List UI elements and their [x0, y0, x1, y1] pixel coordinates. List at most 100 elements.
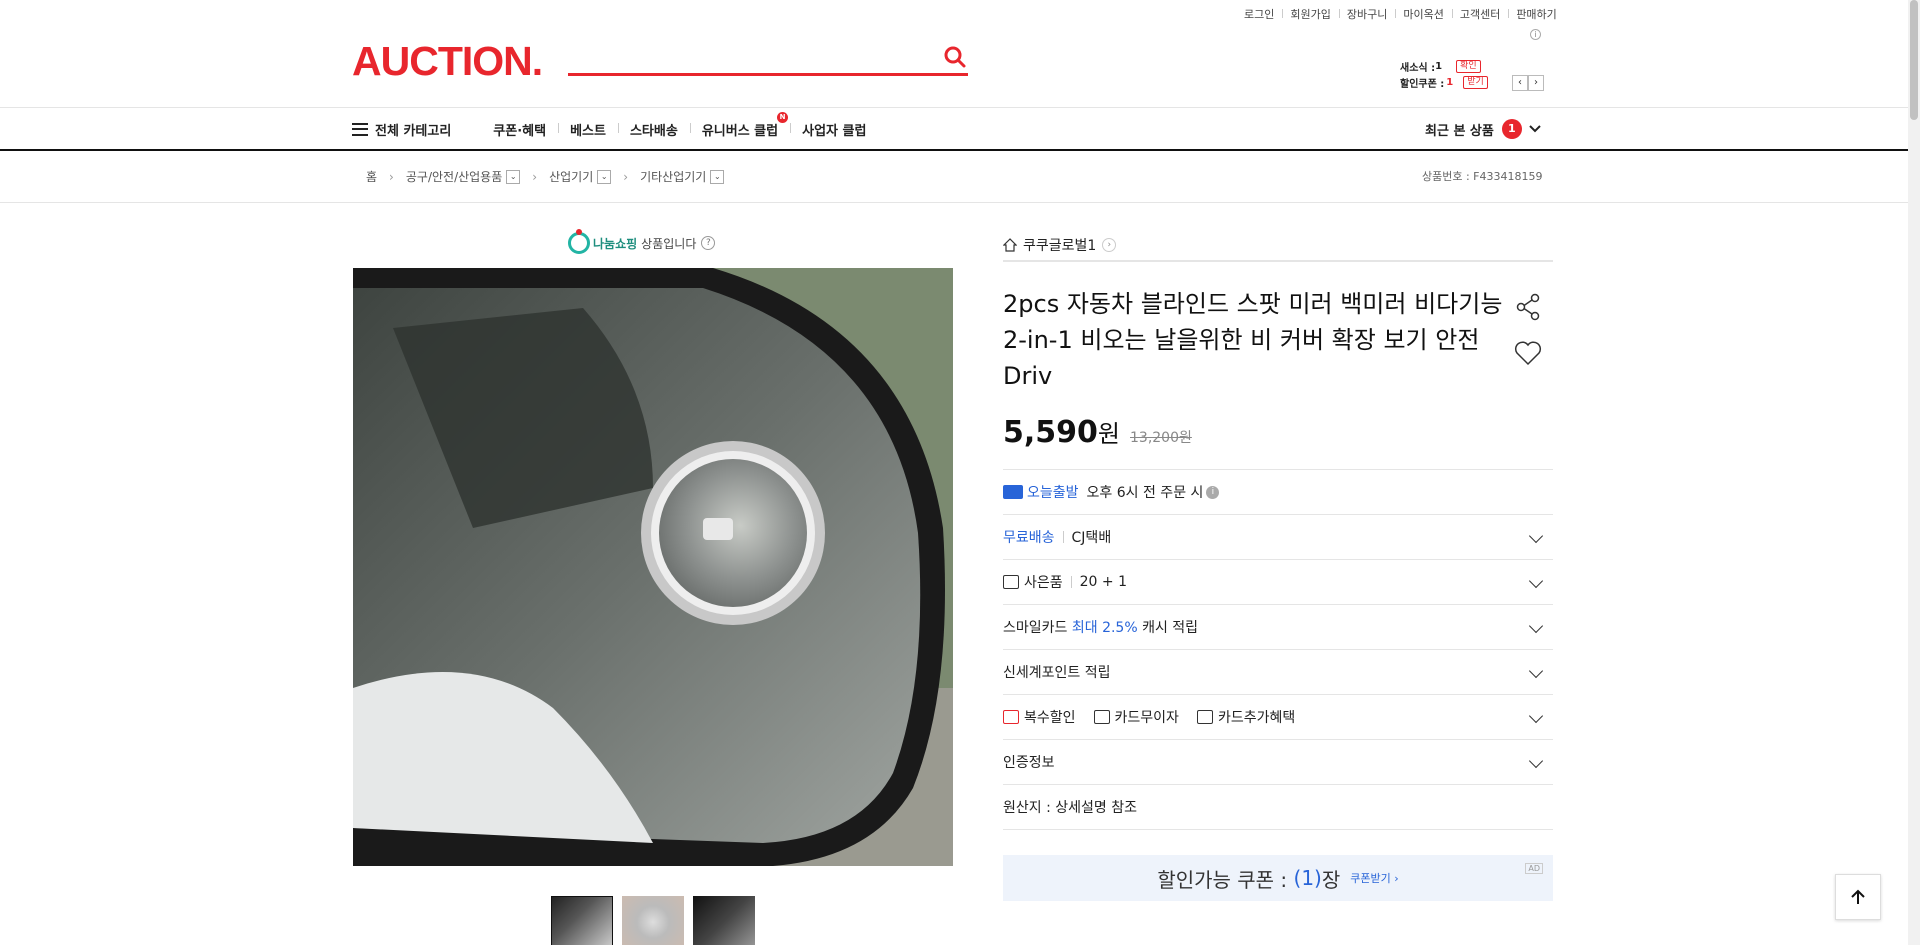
customer-center-link[interactable]: 고객센터 [1451, 6, 1508, 22]
free-ship-label: 무료배송 [1003, 530, 1055, 546]
origin-row: 원산지 : 상세설명 참조 [1003, 785, 1553, 830]
coupon-get-link[interactable]: 쿠폰받기 › [1350, 870, 1398, 886]
carrier-label: CJ택배 [1071, 530, 1112, 546]
card-icon [1093, 710, 1110, 724]
chevron-down-icon [1528, 573, 1544, 589]
info-icon[interactable]: i [1530, 29, 1541, 40]
chevron-down-icon [1529, 125, 1541, 133]
shinsegae-label: 신세계포인트 적립 [1003, 665, 1111, 681]
smile-card-row[interactable]: 스마일카드 최대 2.5% 캐시 적립 [1003, 605, 1553, 650]
breadcrumb-cat1[interactable]: 공구/안전/산업용품 [406, 168, 502, 185]
next-arrow-icon[interactable]: › [1528, 75, 1544, 91]
all-category-label: 전체 카테고리 [375, 123, 452, 139]
nav-universe-club-label: 유니버스 클럽 [701, 123, 779, 139]
card-free-label: 카드무이자 [1114, 710, 1179, 726]
shop-link[interactable]: 쿠쿠글로벌1 › [1003, 230, 1553, 262]
main-nav: 전체 카테고리 쿠폰·혜택 베스트 스타배송 유니버스 클럽 N 사업자 클럽 … [0, 107, 1908, 151]
car-mirror-illustration [353, 268, 953, 866]
today-ship-label: 오늘출발 [1027, 485, 1079, 501]
smile-card-rate: 최대 2.5% [1071, 620, 1138, 636]
chevron-right-icon: › [1102, 238, 1117, 252]
ad-badge: AD [1525, 863, 1543, 874]
nav-universe-club[interactable]: 유니버스 클럽 N [689, 111, 790, 139]
search-icon[interactable] [942, 44, 968, 70]
original-price: 13,200원 [1130, 430, 1192, 446]
smile-card-label: 스마일카드 [1003, 620, 1068, 636]
heart-icon[interactable] [1513, 338, 1543, 368]
search-input[interactable] [568, 38, 928, 72]
info-rows: 오늘출발 오후 6시 전 주문 시 i 무료배송 CJ택배 사은품 20 + 1… [1003, 469, 1553, 830]
recent-products-button[interactable]: 최근 본 상품 1 [1425, 108, 1542, 150]
thumbnail-list [551, 896, 764, 945]
gift-row[interactable]: 사은품 20 + 1 [1003, 560, 1553, 605]
multi-discount-icon [1003, 710, 1019, 724]
sale-price: 5,590 [1003, 415, 1098, 450]
price-unit: 원 [1097, 420, 1120, 448]
nanum-shopping-notice: 나눔쇼핑 상품입니다 ? [568, 229, 716, 254]
product-page: 로그인 회원가입 장바구니 마이옥션 고객센터 판매하기 i AUCTION. … [0, 0, 1920, 945]
coupon-banner-count: (1) [1293, 866, 1322, 890]
recent-label: 최근 본 상품 [1425, 123, 1494, 139]
cart-link[interactable]: 장바구니 [1338, 6, 1395, 22]
chevron-down-icon [1528, 663, 1544, 679]
dropdown-icon[interactable]: ⌄ [506, 169, 521, 184]
breadcrumb-cat2[interactable]: 산업기기 [549, 168, 593, 185]
thumbnail-1[interactable] [551, 896, 613, 945]
card-extra-icon [1196, 710, 1213, 724]
utility-links: 로그인 회원가입 장바구니 마이옥션 고객센터 판매하기 [1236, 6, 1565, 22]
coupon-count: 1 [1446, 76, 1454, 88]
origin-label: 원산지 : 상세설명 참조 [1003, 800, 1137, 816]
login-link[interactable]: 로그인 [1236, 6, 1282, 22]
product-title: 2pcs 자동차 블라인드 스팟 미러 백미러 비다기능 2-in-1 비오는 … [1003, 290, 1503, 390]
product-info: 쿠쿠글로벌1 › 2pcs 자동차 블라인드 스팟 미러 백미러 비다기능 2-… [1003, 230, 1553, 901]
coupon-banner-unit: 장 [1321, 867, 1341, 892]
signup-link[interactable]: 회원가입 [1282, 6, 1338, 22]
scrollbar[interactable] [1908, 0, 1920, 945]
card-benefit-row[interactable]: 복수할인 카드무이자 카드추가혜택 [1003, 695, 1553, 740]
nav-coupon-benefit[interactable]: 쿠폰·혜택 [481, 120, 558, 139]
coupon-get-button[interactable]: 받기 [1463, 75, 1488, 89]
thumbnail-2[interactable] [622, 896, 684, 945]
scroll-top-button[interactable] [1835, 874, 1881, 920]
shipping-row[interactable]: 무료배송 CJ택배 [1003, 515, 1553, 560]
nav-star-delivery[interactable]: 스타배송 [617, 120, 690, 139]
breadcrumb-sep-icon: › [532, 169, 538, 184]
share-icon[interactable] [1513, 292, 1543, 322]
shinsegae-point-row[interactable]: 신세계포인트 적립 [1003, 650, 1553, 695]
chevron-down-icon [1528, 528, 1544, 544]
chevron-down-icon [1528, 708, 1544, 724]
gift-icon [1003, 575, 1019, 589]
my-auction-link[interactable]: 마이옥션 [1395, 6, 1451, 22]
nanum-text: 상품입니다 [641, 236, 697, 251]
gift-label: 사은품 [1024, 575, 1063, 591]
all-category-button[interactable]: 전체 카테고리 [352, 120, 451, 139]
cert-row[interactable]: 인증정보 [1003, 740, 1553, 785]
auction-logo[interactable]: AUCTION. [352, 38, 543, 85]
arrow-up-icon [1851, 889, 1865, 904]
nav-best[interactable]: 베스트 [558, 120, 618, 139]
new-badge: N [777, 111, 789, 123]
nanum-logo-icon [568, 229, 590, 254]
dropdown-icon[interactable]: ⌄ [710, 169, 725, 184]
coupon-banner[interactable]: 할인가능 쿠폰 : (1) 장 쿠폰받기 › AD [1003, 855, 1553, 901]
today-ship-row: 오늘출발 오후 6시 전 주문 시 i [1003, 470, 1553, 515]
breadcrumb-home[interactable]: 홈 [366, 168, 377, 185]
notice-arrows: ‹ › [1512, 75, 1544, 91]
price-block: 5,590 원 13,200원 [1003, 414, 1553, 454]
info-icon[interactable]: i [1206, 485, 1220, 499]
news-check-button[interactable]: 확인 [1456, 59, 1481, 73]
nav-business-club[interactable]: 사업자 클럽 [790, 120, 878, 139]
shop-name: 쿠쿠글로벌1 [1023, 238, 1097, 254]
home-icon [1003, 238, 1017, 252]
multi-discount-label: 복수할인 [1024, 710, 1076, 726]
main-product-image[interactable] [353, 268, 953, 866]
prev-arrow-icon[interactable]: ‹ [1512, 75, 1528, 91]
help-icon[interactable]: ? [701, 236, 716, 250]
sell-link[interactable]: 판매하기 [1508, 6, 1564, 22]
scrollbar-thumb[interactable] [1910, 0, 1918, 120]
breadcrumb-sep-icon: › [623, 169, 629, 184]
breadcrumb-cat3[interactable]: 기타산업기기 [640, 168, 706, 185]
chevron-down-icon [1528, 618, 1544, 634]
dropdown-icon[interactable]: ⌄ [597, 169, 612, 184]
thumbnail-3[interactable] [693, 896, 755, 945]
